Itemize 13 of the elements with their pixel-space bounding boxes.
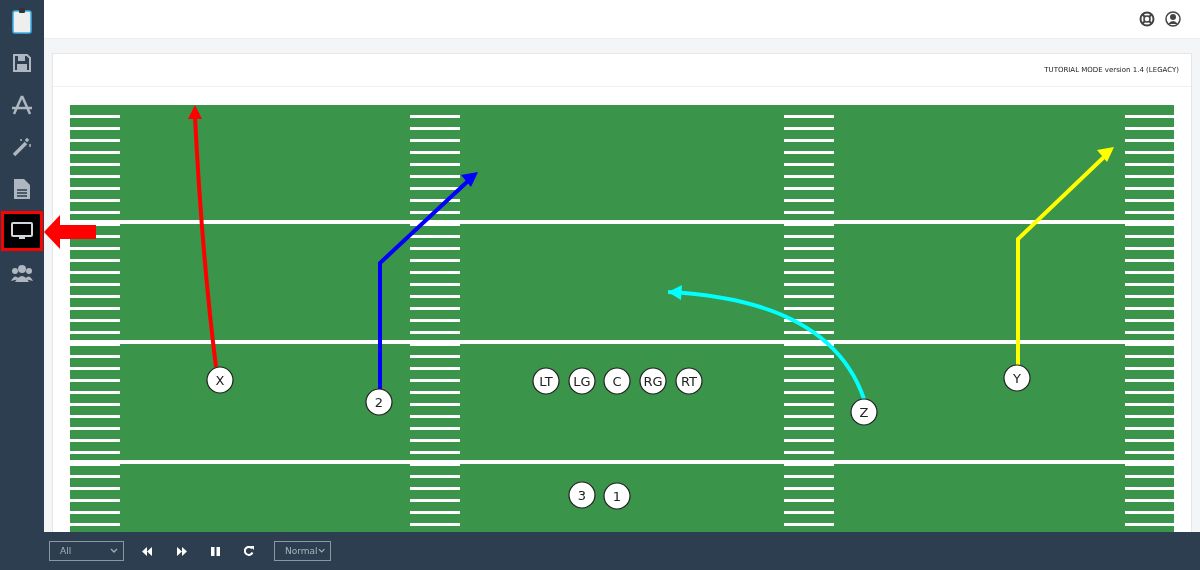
player-marker[interactable]: RT <box>675 367 703 395</box>
player-marker[interactable]: RG <box>639 367 667 395</box>
player-marker[interactable]: C <box>603 367 631 395</box>
filter-select[interactable]: All <box>49 541 124 561</box>
player-marker[interactable]: X <box>206 366 234 394</box>
player-marker[interactable]: 2 <box>365 388 393 416</box>
player-marker[interactable]: 1 <box>603 482 631 510</box>
player-marker[interactable]: 3 <box>568 481 596 509</box>
player-marker[interactable]: LT <box>532 367 560 395</box>
player-marker[interactable]: Z <box>850 398 878 426</box>
player-marker[interactable]: LG <box>568 367 596 395</box>
speed-select[interactable]: Normal <box>274 541 331 561</box>
player-marker[interactable]: Y <box>1003 364 1031 392</box>
